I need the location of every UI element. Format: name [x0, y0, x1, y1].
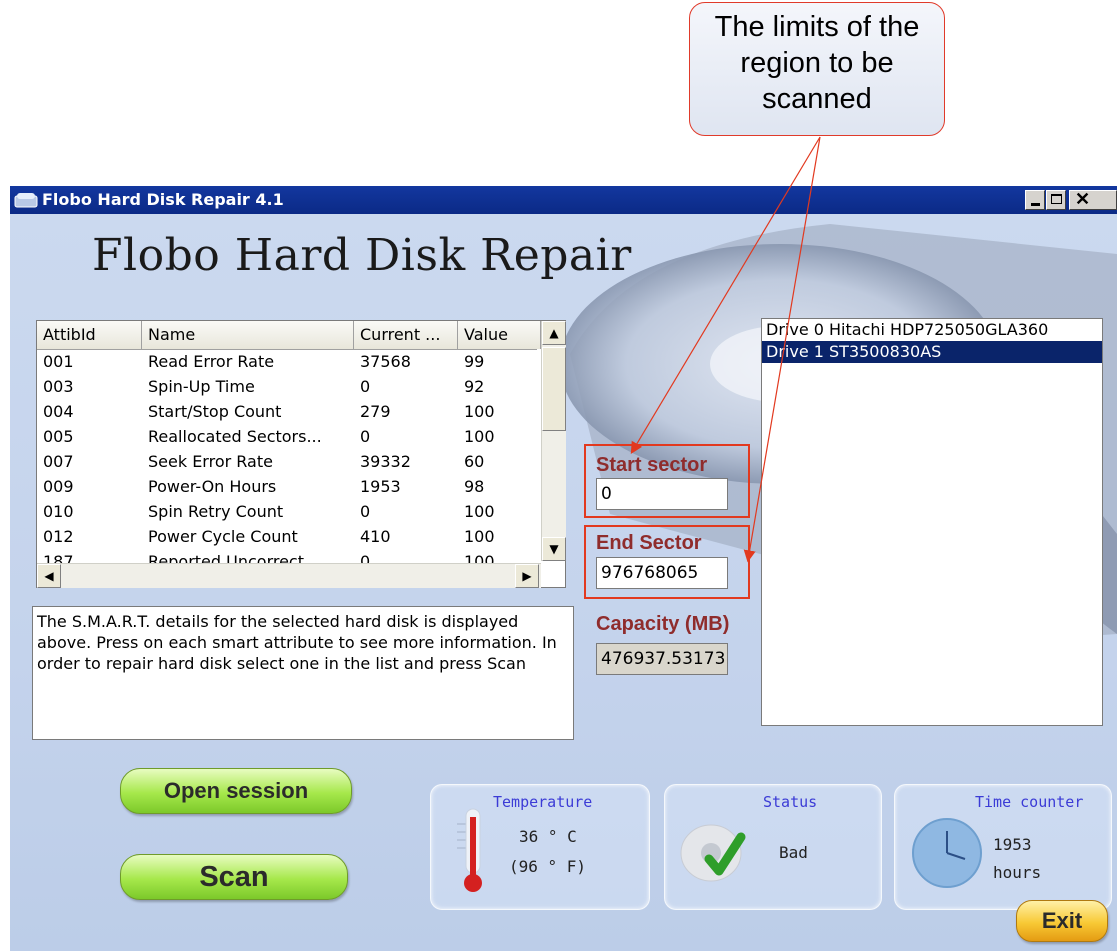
cell-name: Seek Error Rate	[148, 452, 273, 471]
table-row[interactable]: 007 Seek Error Rate 39332 60	[37, 449, 537, 474]
cell-name: Start/Stop Count	[148, 402, 282, 421]
cell-value: 100	[464, 402, 495, 421]
table-body: 001 Read Error Rate 37568 99 003 Spin-Up…	[37, 349, 537, 574]
end-sector-input[interactable]: 976768065	[596, 557, 728, 589]
time-counter-title: Time counter	[975, 793, 1084, 811]
time-counter-unit: hours	[993, 863, 1042, 882]
callout-line-2: region to be	[740, 47, 894, 79]
scroll-right-button[interactable]: ▶	[515, 564, 539, 588]
column-header-name[interactable]: Name	[142, 321, 354, 349]
cell-value: 60	[464, 452, 485, 471]
app-title: Flobo Hard Disk Repair	[92, 230, 632, 281]
cell-current: 410	[360, 527, 391, 546]
cell-value: 92	[464, 377, 485, 396]
vertical-scrollbar[interactable]: ▲ ▼	[541, 321, 566, 561]
table-row[interactable]: 012 Power Cycle Count 410 100	[37, 524, 537, 549]
capacity-label: Capacity (MB)	[596, 613, 730, 635]
cell-attribid: 004	[43, 402, 74, 421]
column-header-value[interactable]: Value	[458, 321, 541, 349]
cell-value: 99	[464, 352, 485, 371]
table-row[interactable]: 001 Read Error Rate 37568 99	[37, 349, 537, 374]
cell-name: Spin-Up Time	[148, 377, 255, 396]
cell-value: 100	[464, 502, 495, 521]
arrow-left-icon: ◀	[44, 569, 54, 583]
temperature-panel: Temperature 36 ° C (96 ° F)	[430, 784, 650, 910]
arrow-right-icon: ▶	[522, 569, 532, 583]
cell-value: 100	[464, 527, 495, 546]
cell-attribid: 009	[43, 477, 74, 496]
drive-list[interactable]: Drive 0 Hitachi HDP725050GLA360 Drive 1 …	[761, 318, 1103, 726]
minimize-button[interactable]	[1025, 190, 1045, 210]
table-row[interactable]: 004 Start/Stop Count 279 100	[37, 399, 537, 424]
exit-button[interactable]: Exit	[1016, 900, 1108, 942]
cell-attribid: 007	[43, 452, 74, 471]
cell-attribid: 010	[43, 502, 74, 521]
time-counter-value: 1953	[993, 835, 1032, 854]
cell-name: Power Cycle Count	[148, 527, 298, 546]
smart-description: The S.M.A.R.T. details for the selected …	[32, 606, 574, 740]
disk-check-icon	[680, 824, 746, 882]
table-header: AttibId Name Current ... Value	[37, 321, 541, 350]
thermometer-icon	[457, 808, 482, 892]
drive-list-item[interactable]: Drive 0 Hitachi HDP725050GLA360	[762, 319, 1102, 341]
scroll-thumb[interactable]	[542, 347, 566, 431]
cell-name: Read Error Rate	[148, 352, 275, 371]
table-row[interactable]: 005 Reallocated Sectors... 0 100	[37, 424, 537, 449]
status-panel: Status Bad	[664, 784, 882, 910]
callout-line-3: scanned	[762, 83, 872, 115]
callout-line-1: The limits of the	[714, 11, 920, 43]
temperature-celsius: 36 ° C	[519, 827, 577, 846]
cell-current: 279	[360, 402, 391, 421]
cell-current: 0	[360, 502, 371, 521]
cell-value: 100	[464, 427, 495, 446]
cell-attribid: 001	[43, 352, 74, 371]
scan-button[interactable]: Scan	[120, 854, 348, 900]
annotation-callout: The limits of the region to be scanned	[689, 2, 945, 136]
column-header-attribid[interactable]: AttibId	[37, 321, 142, 349]
end-sector-label: End Sector	[596, 532, 702, 554]
cell-current: 37568	[360, 352, 411, 371]
column-header-current[interactable]: Current ...	[354, 321, 458, 349]
scroll-left-button[interactable]: ◀	[37, 564, 61, 588]
close-icon: ✕	[1075, 189, 1091, 209]
table-row[interactable]: 010 Spin Retry Count 0 100	[37, 499, 537, 524]
table-row[interactable]: 003 Spin-Up Time 0 92	[37, 374, 537, 399]
capacity-field: 476937.53173	[596, 643, 728, 675]
hard-disk-icon	[14, 193, 38, 208]
open-session-button[interactable]: Open session	[120, 768, 352, 814]
temperature-fahrenheit: (96 ° F)	[509, 857, 587, 876]
arrow-down-icon: ▼	[549, 542, 559, 556]
horizontal-scrollbar[interactable]: ◀ ▶	[37, 563, 541, 588]
cell-attribid: 003	[43, 377, 74, 396]
cell-name: Spin Retry Count	[148, 502, 284, 521]
cell-attribid: 005	[43, 427, 74, 446]
drive-list-item-selected[interactable]: Drive 1 ST3500830AS	[762, 341, 1102, 363]
clock-icon	[912, 818, 982, 888]
window-title: Flobo Hard Disk Repair 4.1	[42, 190, 284, 209]
cell-attribid: 012	[43, 527, 74, 546]
cell-value: 98	[464, 477, 485, 496]
client-area: Flobo Hard Disk Repair AttibId Name Curr…	[10, 214, 1117, 951]
close-button[interactable]: ✕	[1069, 189, 1117, 210]
status-title: Status	[763, 793, 818, 811]
cell-current: 0	[360, 377, 371, 396]
smart-attributes-table[interactable]: AttibId Name Current ... Value 001 Read …	[36, 320, 566, 588]
cell-name: Power-On Hours	[148, 477, 277, 496]
maximize-button[interactable]	[1046, 190, 1066, 210]
status-value: Bad	[779, 843, 808, 862]
table-row[interactable]: 009 Power-On Hours 1953 98	[37, 474, 537, 499]
scroll-up-button[interactable]: ▲	[542, 321, 566, 345]
app-window: Flobo Hard Disk Repair 4.1 ✕ Flobo Hard …	[10, 186, 1117, 951]
start-sector-label: Start sector	[596, 454, 708, 476]
time-counter-panel: Time counter 1953 hours	[894, 784, 1112, 910]
cell-current: 0	[360, 427, 371, 446]
cell-current: 1953	[360, 477, 401, 496]
cell-current: 39332	[360, 452, 411, 471]
scroll-down-button[interactable]: ▼	[542, 537, 566, 561]
cell-name: Reallocated Sectors...	[148, 427, 322, 446]
temperature-title: Temperature	[493, 793, 593, 811]
arrow-up-icon: ▲	[549, 326, 559, 340]
start-sector-input[interactable]: 0	[596, 478, 728, 510]
title-bar[interactable]: Flobo Hard Disk Repair 4.1 ✕	[10, 186, 1117, 214]
